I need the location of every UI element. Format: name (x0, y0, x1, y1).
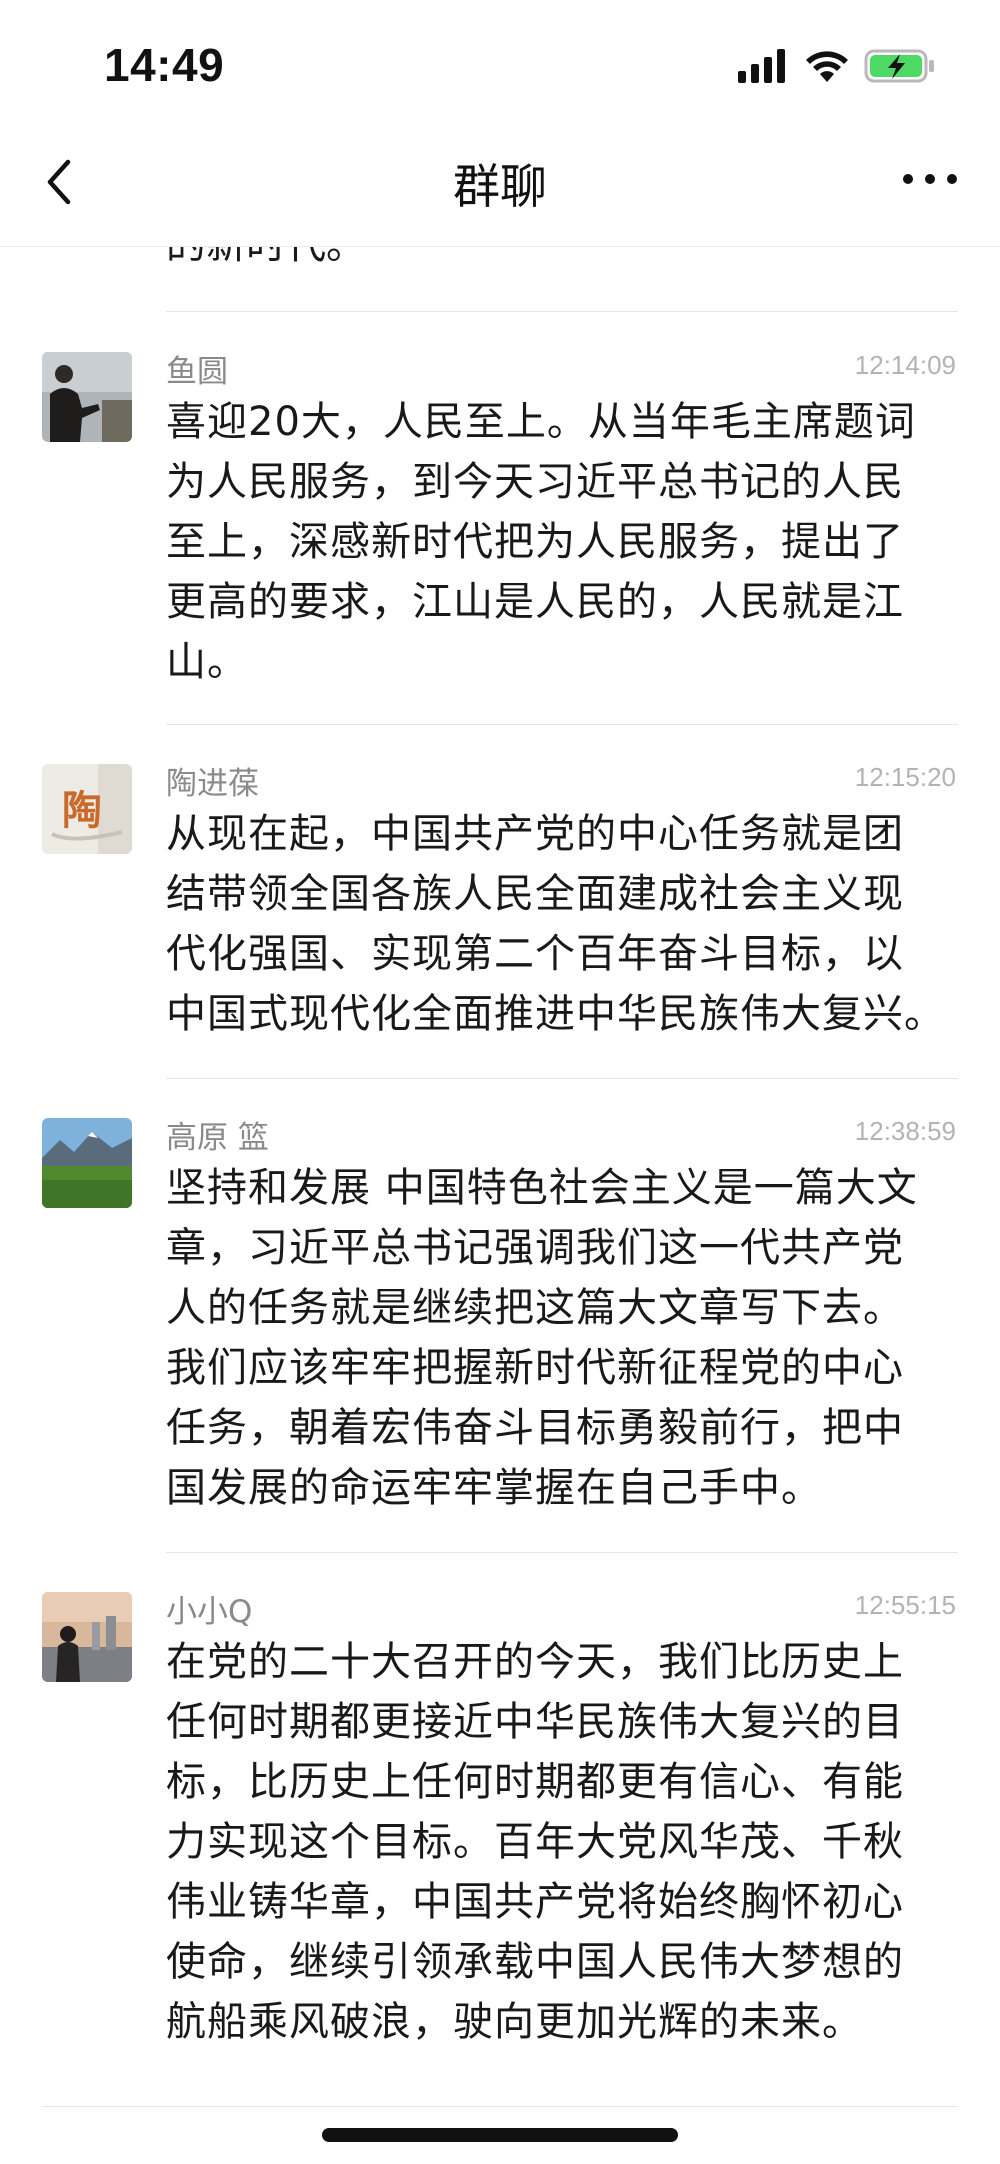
battery-charging-icon (864, 49, 934, 83)
message-item[interactable]: 鱼圆 12:14:09 喜迎20大，人民至上。从当年毛主席题词 为人民服务，到今… (0, 344, 1000, 685)
previous-message-tail: 的新时代。 (166, 246, 366, 270)
status-icons (738, 46, 936, 86)
message-list[interactable]: 的新时代。 鱼圆 12:14:09 喜迎20大，人民至上。从当年毛主席题词 为人… (0, 246, 1000, 2164)
divider (166, 1552, 958, 1553)
avatar[interactable] (42, 352, 132, 442)
avatar[interactable]: 陶 (42, 764, 132, 854)
home-indicator[interactable] (322, 2128, 678, 2142)
message-time: 12:15:20 (854, 762, 956, 792)
status-time: 14:49 (104, 39, 225, 91)
message-time: 12:55:15 (854, 1590, 956, 1620)
message-item[interactable]: 高原 篮 12:38:59 坚持和发展 中国特色社会主义是一篇大文 章，习近平总… (0, 1110, 1000, 1511)
message-time: 12:38:59 (854, 1116, 956, 1146)
more-horizontal-icon[interactable] (900, 164, 960, 194)
cellular-signal-icon (738, 49, 785, 83)
avatar[interactable] (42, 1118, 132, 1208)
nav-bar: 群聊 (0, 120, 1000, 247)
divider (42, 2106, 958, 2107)
message-text: 喜迎20大，人民至上。从当年毛主席题词 为人民服务，到今天习近平总书记的人民 至… (166, 399, 916, 685)
message-time: 12:14:09 (854, 350, 956, 380)
sender-name: 高原 篮 (166, 1120, 269, 1156)
sender-name: 陶进葆 (166, 766, 259, 802)
sender-name: 鱼圆 (166, 354, 228, 390)
sender-name: 小小Q (166, 1594, 253, 1630)
message-item[interactable]: 小小Q 12:55:15 在党的二十大召开的今天，我们比历史上 任何时期都更接近… (0, 1584, 1000, 2045)
divider (166, 1078, 958, 1079)
avatar-logo-char: 陶 (62, 787, 102, 834)
divider (166, 724, 958, 725)
divider (166, 311, 958, 312)
message-text: 在党的二十大召开的今天，我们比历史上 任何时期都更接近中华民族伟大复兴的目 标，… (166, 1639, 904, 2045)
wifi-icon (806, 51, 848, 82)
message-text: 坚持和发展 中国特色社会主义是一篇大文 章，习近平总书记强调我们这一代共产党 人… (166, 1165, 918, 1511)
page-title: 群聊 (453, 160, 547, 215)
message-text: 从现在起，中国共产党的中心任务就是团 结带领全国各族人民全面建成社会主义现 代化… (166, 811, 945, 1037)
message-item[interactable]: 陶 陶进葆 12:15:20 从现在起，中国共产党的中心任务就是团 结带领全国各… (0, 756, 1000, 1037)
status-bar: 14:49 (0, 0, 1000, 120)
chat-screen: 14:49 群聊 鱼圆 12:14:09 喜迎20大，人民至上。从当年毛主席题词… (0, 0, 1000, 2164)
avatar[interactable] (42, 1592, 132, 1682)
